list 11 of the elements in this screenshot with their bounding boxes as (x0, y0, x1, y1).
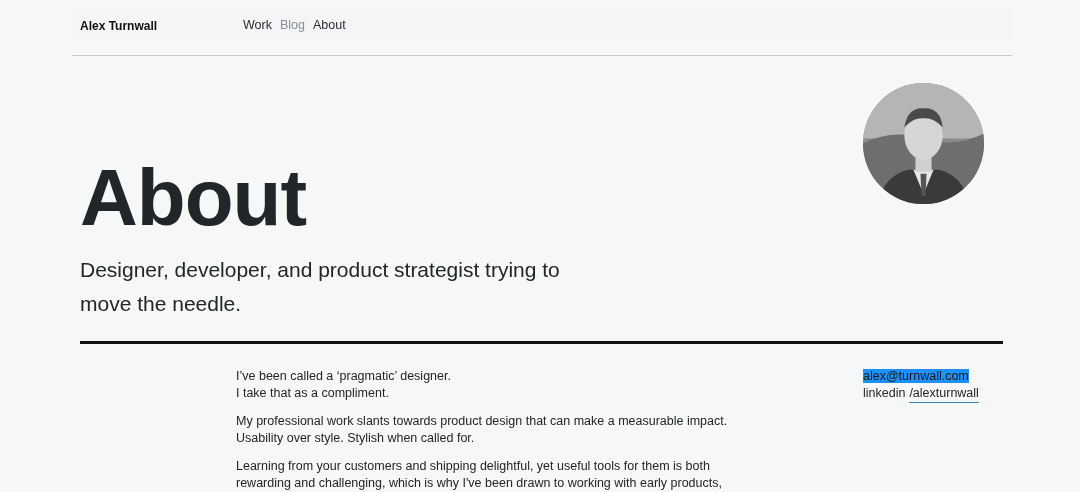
paragraph: My professional work slants towards product design that can make a measurable impact. Usability over style. Stylish when called for. (236, 413, 729, 447)
paragraph: Learning from your customers and shipping delightful, yet useful tools for them is both rewarding and challenging, which is why I've been drawn to working with early products, (236, 458, 723, 492)
nav-link[interactable]: About (312, 16, 346, 35)
subtitle: Designer, developer, and product strategist trying to move the needle. (80, 257, 561, 317)
paragraph: I’ve been called a ‘pragmatic’ designer. I take that as a compliment. (236, 368, 452, 402)
site-title[interactable]: Alex Turnwall (72, 16, 243, 35)
page-title: About (80, 152, 306, 243)
linkedin-link[interactable]: /alexturnwall (909, 385, 979, 403)
nav-link[interactable]: Work (243, 16, 272, 35)
linkedin-label: linkedin (863, 385, 906, 402)
email-link[interactable]: alex@turnwall.com (863, 369, 969, 383)
